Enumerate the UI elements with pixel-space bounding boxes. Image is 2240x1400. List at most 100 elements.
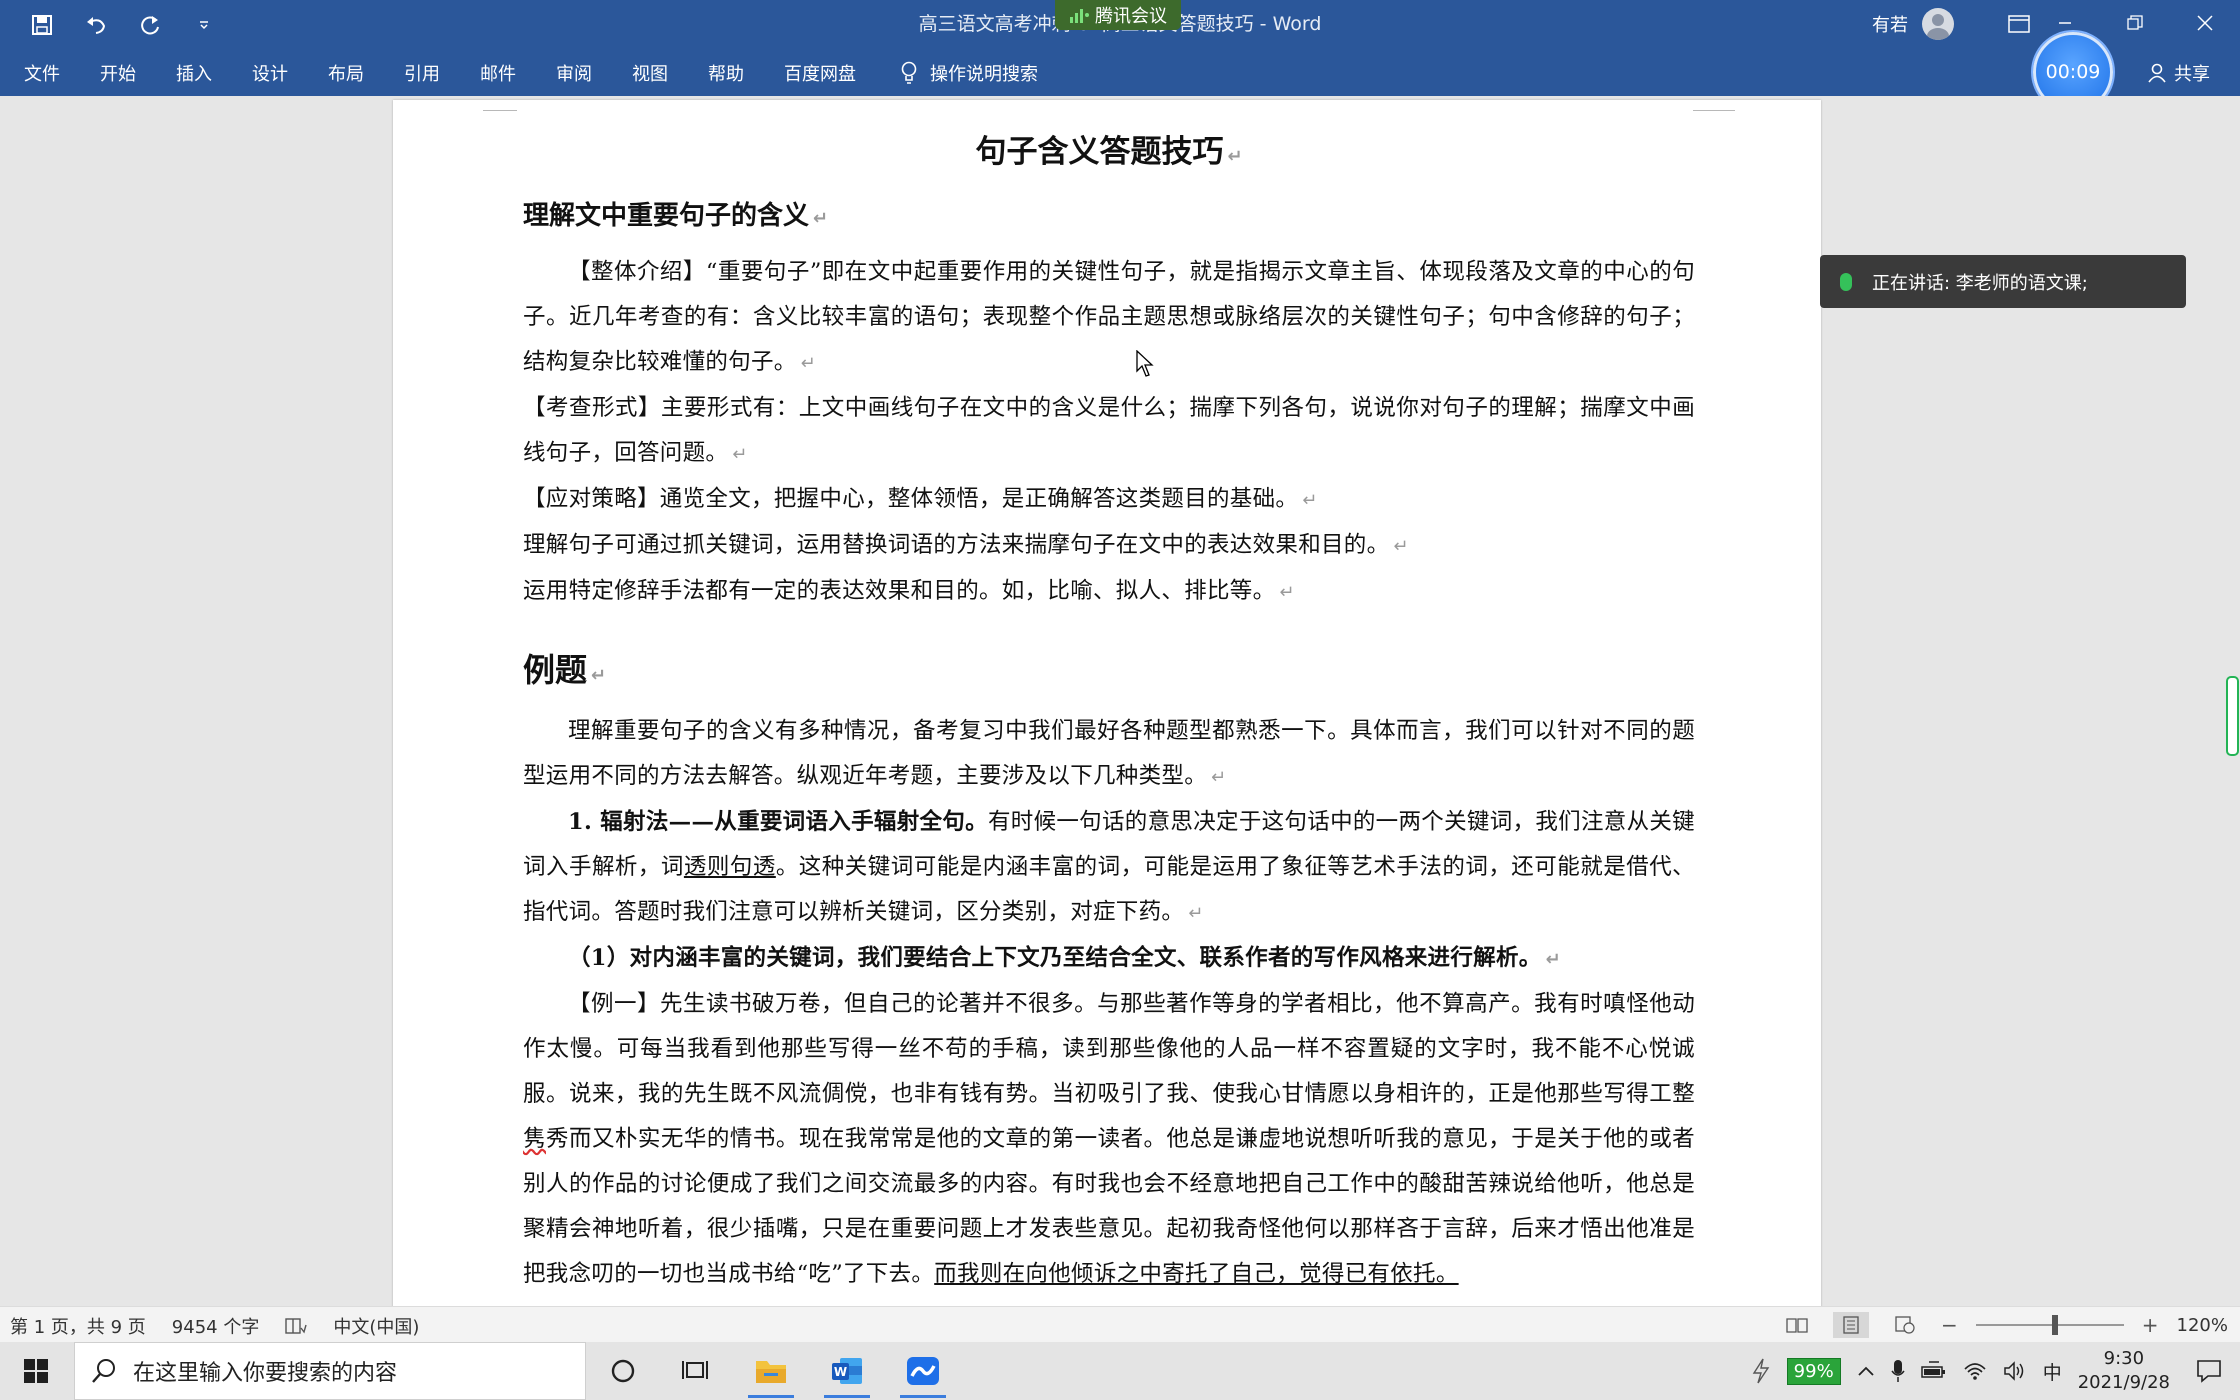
share-button[interactable]: 共享 bbox=[2148, 60, 2210, 86]
start-button[interactable] bbox=[0, 1342, 72, 1400]
microphone-icon[interactable] bbox=[1891, 1359, 1905, 1383]
method-title: 1. 辐射法——从重要词语入手辐射全句。 bbox=[568, 809, 988, 835]
page-count[interactable]: 第 1 页，共 9 页 bbox=[10, 1313, 146, 1339]
search-placeholder: 在这里输入你要搜索的内容 bbox=[133, 1361, 398, 1386]
crop-mark bbox=[1693, 110, 1735, 111]
page-icon bbox=[1843, 1316, 1859, 1334]
section-heading: 理解文中重要句子的含义 ↵ bbox=[523, 201, 829, 231]
tencent-meeting-button[interactable] bbox=[888, 1342, 958, 1400]
battery-indicator[interactable]: 99% bbox=[1786, 1357, 1841, 1385]
meeting-badge[interactable]: 腾讯会议 bbox=[1055, 0, 1181, 30]
power-mode-icon[interactable] bbox=[1751, 1358, 1771, 1384]
taskbar: 在这里输入你要搜索的内容 W 99% 中 9:30 2021/9/28 bbox=[0, 1342, 2240, 1400]
share-label: 共享 bbox=[2174, 64, 2210, 85]
tab-home[interactable]: 开始 bbox=[80, 60, 156, 86]
tab-review[interactable]: 审阅 bbox=[536, 60, 612, 86]
book-icon bbox=[1786, 1318, 1808, 1333]
tab-design[interactable]: 设计 bbox=[232, 60, 308, 86]
volume-icon[interactable] bbox=[2003, 1361, 2027, 1381]
ribbon-display-icon[interactable] bbox=[2008, 15, 2030, 33]
tab-references[interactable]: 引用 bbox=[384, 60, 460, 86]
clock-time: 9:30 bbox=[2103, 1348, 2145, 1369]
avatar[interactable] bbox=[1922, 8, 1954, 40]
chevron-up-icon[interactable] bbox=[1857, 1365, 1875, 1377]
zoom-out-button[interactable]: − bbox=[1941, 1313, 1958, 1337]
meeting-icon bbox=[907, 1357, 939, 1385]
tell-me-search[interactable]: 操作说明搜索 bbox=[876, 60, 1038, 86]
wifi-icon[interactable] bbox=[1963, 1361, 1987, 1381]
clock[interactable]: 9:30 2021/9/28 bbox=[2078, 1347, 2170, 1395]
restore-icon bbox=[2127, 15, 2143, 30]
close-icon bbox=[2197, 15, 2213, 31]
windows-icon bbox=[24, 1359, 48, 1383]
zoom-in-button[interactable]: + bbox=[2142, 1313, 2159, 1337]
word-count[interactable]: 9454 个字 bbox=[172, 1313, 260, 1339]
clock-date: 2021/9/28 bbox=[2077, 1372, 2170, 1393]
speaking-label: 正在讲话: 李老师的语文课; bbox=[1872, 272, 2088, 294]
document-body[interactable]: 句子含义答题技巧 ↵ 理解文中重要句子的含义 ↵ 【整体介绍】“重要句子”即在文中起… bbox=[523, 120, 1695, 1297]
zoom-slider-thumb[interactable] bbox=[2051, 1315, 2058, 1335]
globe-page-icon bbox=[1895, 1316, 1915, 1334]
web-layout-button[interactable] bbox=[1887, 1312, 1923, 1338]
word-taskbar-button[interactable]: W bbox=[812, 1342, 882, 1400]
ribbon-tabs: 文件 开始 插入 设计 布局 引用 邮件 审阅 视图 帮助 百度网盘 操作说明搜… bbox=[0, 58, 1038, 88]
status-bar: 第 1 页，共 9 页 9454 个字 中文(中国) − + 120% bbox=[0, 1306, 2240, 1343]
language-indicator[interactable]: 中文(中国) bbox=[333, 1313, 419, 1339]
zoom-slider[interactable] bbox=[1975, 1315, 2124, 1335]
taskbar-search[interactable]: 在这里输入你要搜索的内容 bbox=[74, 1342, 586, 1400]
status-right: − + 120% bbox=[1779, 1312, 2228, 1338]
tab-insert[interactable]: 插入 bbox=[156, 60, 232, 86]
paragraph-mark: ↵ bbox=[591, 665, 607, 686]
search-icon bbox=[92, 1359, 115, 1383]
paragraph: 理解重要句子的含义有多种情况，备考复习中我们最好各种题型都熟悉一下。具体而言，我… bbox=[523, 718, 1695, 789]
paragraph-mark: ↵ bbox=[813, 208, 829, 229]
close-button[interactable] bbox=[2170, 0, 2240, 46]
tab-mailings[interactable]: 邮件 bbox=[460, 60, 536, 86]
user-name: 有若 bbox=[1872, 15, 1908, 36]
paragraph: 【应对策略】通览全文，把握中心，整体领悟，是正确解答这类题目的基础。 ↵ bbox=[523, 486, 1318, 512]
cortana-button[interactable] bbox=[588, 1342, 658, 1400]
read-mode-button[interactable] bbox=[1779, 1312, 1815, 1338]
proofing-icon[interactable] bbox=[285, 1317, 308, 1335]
tab-file[interactable]: 文件 bbox=[0, 60, 80, 86]
system-tray: 99% 中 9:30 2021/9/28 bbox=[1751, 1342, 2240, 1400]
mic-icon bbox=[1840, 272, 1852, 291]
file-explorer-button[interactable] bbox=[736, 1342, 806, 1400]
notification-icon[interactable] bbox=[2196, 1359, 2222, 1383]
word-icon: W bbox=[832, 1358, 862, 1384]
paragraph-mark: ↵ bbox=[1227, 146, 1243, 167]
signal-icon bbox=[1070, 9, 1089, 23]
example-paragraph: 【例一】先生读书破万卷，但自己的论著并不很多。与那些著作等身的学者相比，他不算高… bbox=[523, 991, 1695, 1287]
account-area[interactable]: 有若 bbox=[1872, 8, 2030, 40]
meeting-badge-label: 腾讯会议 bbox=[1095, 6, 1167, 27]
tab-baidu-netdisk[interactable]: 百度网盘 bbox=[764, 60, 876, 86]
ime-indicator[interactable]: 中 bbox=[2043, 1358, 2062, 1385]
cortana-icon bbox=[611, 1359, 635, 1383]
zoom-level[interactable]: 120% bbox=[2177, 1315, 2228, 1336]
tab-help[interactable]: 帮助 bbox=[688, 60, 764, 86]
paragraph: 【整体介绍】“重要句子”即在文中起重要作用的关键性句子，就是指揭示文章主旨、体现… bbox=[523, 259, 1695, 375]
crop-mark bbox=[483, 110, 517, 111]
restore-button[interactable] bbox=[2100, 0, 2170, 46]
person-icon bbox=[2148, 63, 2166, 83]
paragraph: 【考查形式】主要形式有：上文中画线句子在文中的含义是什么；揣摩下列各句，说说你对… bbox=[523, 395, 1695, 466]
paragraph: 1. 辐射法——从重要词语入手辐射全句。有时候一句话的意思决定于这句话中的一两个… bbox=[523, 809, 1695, 925]
underlined-sentence: 而我则在向他倾诉之中寄托了自己，觉得已有依托。 bbox=[934, 1261, 1459, 1287]
battery-icon[interactable] bbox=[1920, 1361, 1947, 1381]
tab-layout[interactable]: 布局 bbox=[308, 60, 384, 86]
print-layout-button[interactable] bbox=[1833, 1312, 1869, 1338]
lightbulb-icon bbox=[901, 61, 917, 84]
meeting-volume-indicator[interactable] bbox=[2226, 676, 2239, 756]
status-left: 第 1 页，共 9 页 9454 个字 中文(中国) bbox=[10, 1313, 419, 1339]
document-page[interactable]: 句子含义答题技巧 ↵ 理解文中重要句子的含义 ↵ 【整体介绍】“重要句子”即在文中起… bbox=[393, 100, 1821, 1306]
tell-me-label: 操作说明搜索 bbox=[930, 64, 1038, 85]
svg-text:W: W bbox=[834, 1365, 847, 1379]
task-view-icon bbox=[682, 1361, 708, 1379]
document-heading: 句子含义答题技巧 ↵ bbox=[975, 134, 1243, 170]
underlined-phrase: 透则句透 bbox=[683, 854, 776, 880]
section-heading: 例题 ↵ bbox=[523, 651, 607, 689]
task-view-button[interactable] bbox=[660, 1342, 730, 1400]
paragraph: （1）对内涵丰富的关键词，我们要结合上下文乃至结合全文、联系作者的写作风格来进行… bbox=[568, 945, 1561, 971]
title-bar: 高三语文高考冲刺-07高三语文答题技巧 - Word 腾讯会议 有若 文件 开始… bbox=[0, 0, 2240, 96]
tab-view[interactable]: 视图 bbox=[612, 60, 688, 86]
